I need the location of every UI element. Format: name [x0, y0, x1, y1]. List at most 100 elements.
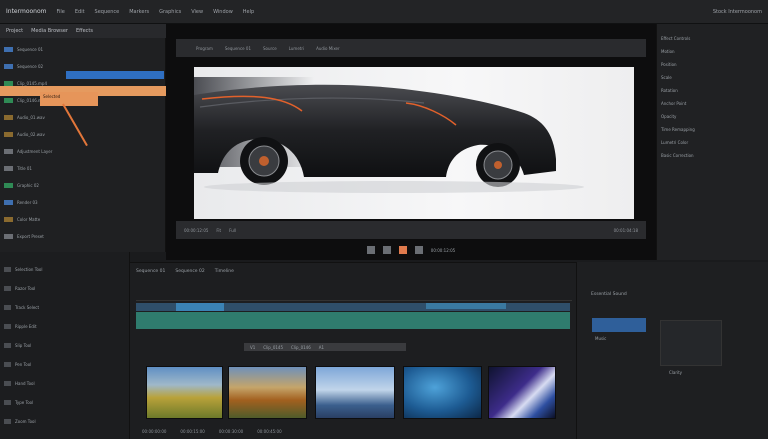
sound-subpanel [660, 320, 722, 366]
project-item-label: Audio_02.wav [17, 131, 45, 137]
project-item[interactable]: Graphic 02 [4, 182, 39, 188]
project-item-label: Graphic 02 [17, 182, 39, 188]
project-item-thumbnail [4, 233, 13, 239]
time-marker-1: 00:00:15:00 [180, 428, 205, 434]
step-back-icon[interactable] [366, 246, 375, 254]
thumbnail-ocean[interactable] [315, 366, 395, 419]
menu-file[interactable]: File [56, 9, 64, 15]
project-item-label: Sequence 02 [17, 63, 44, 69]
time-marker-3: 00:00:45:00 [257, 428, 282, 434]
sound-option[interactable]: Music [595, 336, 606, 341]
menu-help[interactable]: Help [243, 9, 254, 15]
project-item-thumbnail [4, 97, 13, 103]
thumbnail-underwater[interactable] [403, 366, 482, 419]
menu-edit[interactable]: Edit [75, 9, 85, 15]
project-item-thumbnail [4, 182, 13, 188]
tool-item[interactable]: Razor Tool [4, 285, 35, 291]
tool-icon [4, 342, 11, 348]
effect-control-row[interactable]: Position [661, 62, 677, 67]
effect-controls-panel: Effect Controls Motion Position Scale Rotati… [656, 24, 768, 260]
effect-control-row[interactable]: Opacity [661, 114, 676, 119]
project-item-thumbnail [4, 114, 13, 120]
project-item[interactable]: Sequence 02 [4, 63, 43, 69]
tool-item[interactable]: Track Select [4, 304, 39, 310]
tool-item[interactable]: Selection Tool [4, 266, 42, 272]
resolution-select[interactable]: Full [229, 228, 236, 233]
track-label-v1[interactable]: V1 [250, 345, 255, 350]
tab-program[interactable]: Program [196, 46, 213, 51]
effect-control-row[interactable]: Effect Controls [661, 36, 690, 41]
audio-track[interactable] [136, 312, 570, 329]
project-item[interactable]: Export Preset [4, 233, 44, 239]
effect-control-row[interactable]: Anchor Point [661, 101, 686, 106]
project-item[interactable]: Title 01 [4, 165, 32, 171]
current-timecode[interactable]: 00:00:12:05 [184, 228, 208, 233]
project-item[interactable]: Audio_02.wav [4, 131, 45, 137]
tab-sequence-01[interactable]: Sequence 01 [136, 269, 165, 274]
tab-project[interactable]: Project [6, 28, 23, 34]
video-clip-2[interactable] [426, 303, 506, 309]
tab-effects[interactable]: Effects [76, 28, 93, 34]
tools-panel: Selection Tool Razor Tool Track Select Ripp… [0, 252, 130, 439]
monitor-tabs: Program Sequence 01 Source Lumetri Audio… [176, 39, 646, 57]
tab-sequence[interactable]: Sequence 01 [225, 46, 251, 51]
monitor-controls: 00:00:12:05 Fit Full 00:01:04:18 [176, 221, 646, 239]
timeline-ruler[interactable] [136, 293, 572, 301]
tool-item[interactable]: Pen Tool [4, 361, 31, 367]
project-item-thumbnail [4, 199, 13, 205]
video-clip-1[interactable] [176, 303, 224, 311]
project-item[interactable]: Audio_01.wav [4, 114, 45, 120]
effect-control-row[interactable]: Motion [661, 49, 675, 54]
project-item-label: Adjustment Layer [17, 148, 53, 154]
project-item[interactable]: Sequence 01 [4, 46, 43, 52]
tool-item[interactable]: Hand Tool [4, 380, 35, 386]
effect-control-row[interactable]: Time Remapping [661, 127, 695, 132]
forward-icon[interactable] [414, 246, 423, 254]
rewind-icon[interactable] [382, 246, 391, 254]
project-item-label: Clip_0145.mp4 [17, 80, 47, 86]
tool-item[interactable]: Zoom Tool [4, 418, 36, 424]
project-item-thumbnail [4, 63, 13, 69]
sound-option[interactable]: Clarity [669, 370, 682, 375]
clip-label-1[interactable]: Clip_0145 [263, 345, 283, 350]
effect-control-row[interactable]: Lumetri Color [661, 140, 688, 145]
menu-window[interactable]: Window [213, 9, 233, 15]
tool-item[interactable]: Ripple Edit [4, 323, 37, 329]
project-item-thumbnail [4, 148, 13, 154]
thumbnail-space[interactable] [488, 366, 556, 419]
clip-label-2[interactable]: Clip_0146 [291, 345, 311, 350]
selected-item-highlight[interactable] [66, 71, 164, 79]
tool-icon [4, 323, 11, 329]
effect-control-row[interactable]: Rotation [661, 88, 678, 93]
menu-markers[interactable]: Markers [129, 9, 149, 15]
tab-sequence-02[interactable]: Sequence 02 [175, 269, 204, 274]
tab-lumetri[interactable]: Lumetri [289, 46, 304, 51]
project-item[interactable]: Color Matte [4, 216, 40, 222]
project-item[interactable]: Adjustment Layer [4, 148, 52, 154]
effect-control-row[interactable]: Basic Correction [661, 153, 694, 158]
tool-item[interactable]: Slip Tool [4, 342, 31, 348]
menu-sequence[interactable]: Sequence [95, 9, 120, 15]
tool-item[interactable]: Type Tool [4, 399, 33, 405]
monitor-canvas[interactable] [194, 67, 634, 219]
selected-sound-option[interactable] [592, 318, 646, 332]
tab-audio-mixer[interactable]: Audio Mixer [316, 46, 340, 51]
play-icon[interactable] [398, 246, 407, 254]
zoom-fit[interactable]: Fit [216, 228, 221, 233]
tab-timeline[interactable]: Timeline [215, 269, 234, 274]
time-marker-2: 00:00:30:00 [218, 428, 244, 434]
project-item-label: Color Matte [17, 216, 41, 222]
effect-control-row[interactable]: Scale [661, 75, 672, 80]
tab-media-browser[interactable]: Media Browser [31, 28, 68, 34]
menu-graphics[interactable]: Graphics [159, 9, 181, 15]
thumbnail-canyon[interactable] [228, 366, 307, 419]
menu-view[interactable]: View [191, 9, 203, 15]
thumbnail-meadow[interactable] [146, 366, 223, 419]
timeline-tabs: Sequence 01 Sequence 02 Timeline [130, 264, 576, 278]
tab-source[interactable]: Source [263, 46, 277, 51]
transport-timecode: 00:00:12:05 [430, 247, 456, 253]
project-item-label: Audio_01.wav [17, 114, 45, 120]
project-item[interactable]: Render 03 [4, 199, 38, 205]
track-label-a1[interactable]: A1 [319, 345, 324, 350]
tool-label: Track Select [15, 304, 40, 310]
